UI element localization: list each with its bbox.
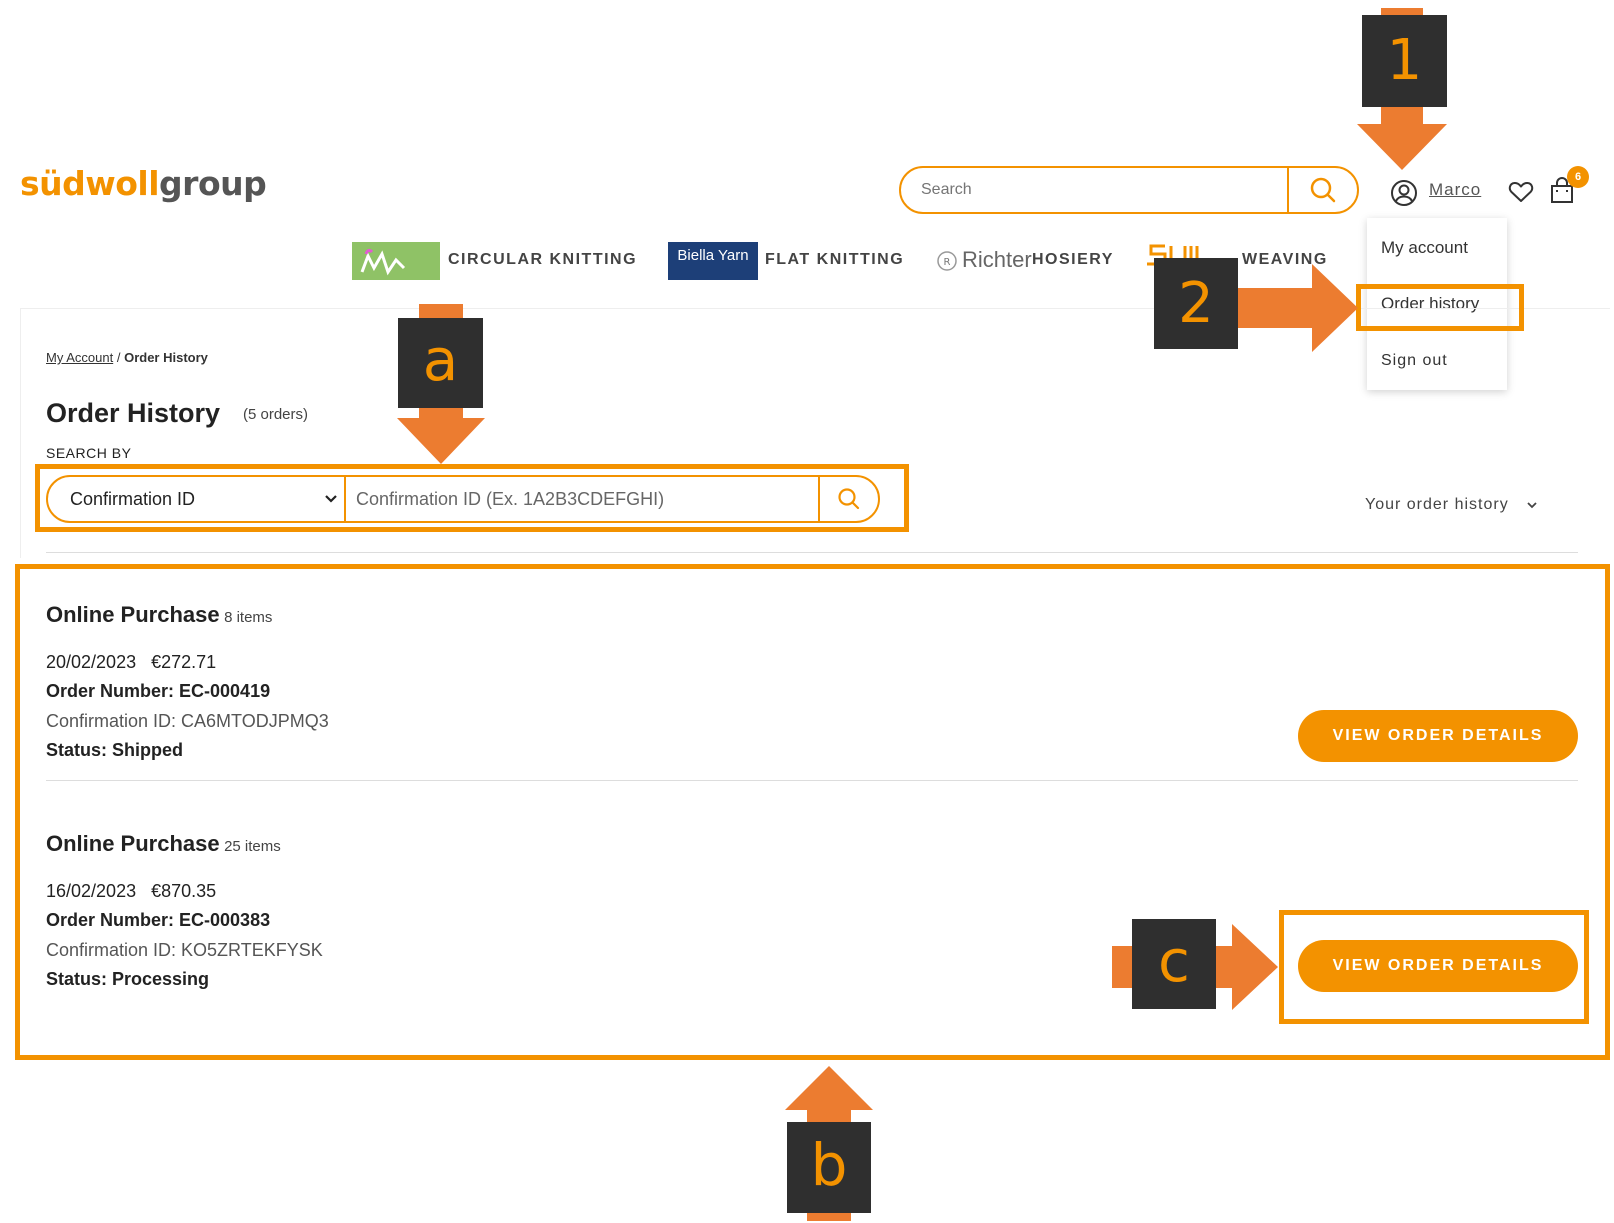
site-search-button[interactable] [1287,168,1357,212]
nav-circular-knitting[interactable]: CIRCULAR KNITTING [448,251,637,269]
logo-text-secondary: group [159,164,267,203]
order-history-filter-label: Your order history [1365,496,1509,513]
svg-text:R: R [944,257,951,268]
richter-logo[interactable]: Richter [962,247,1032,273]
search-divider [46,552,1578,553]
content-left-border [20,308,21,558]
site-logo[interactable]: südwollgroup [20,164,267,203]
chevron-down-icon [1527,502,1537,509]
highlight-view-details [1279,910,1589,1024]
order-history-filter[interactable]: Your order history [1365,496,1538,514]
nav-flat-knitting[interactable]: FLAT KNITTING [765,251,904,269]
wishlist-heart-icon[interactable] [1508,180,1534,204]
biella-yarn-logo[interactable]: Biella Yarn [668,242,758,280]
user-name-link[interactable]: Marco [1429,180,1481,200]
breadcrumb: My Account / Order History [46,350,208,365]
cart-count-badge: 6 [1567,166,1589,188]
step-label-1: 1 [1362,15,1447,107]
logo-text-primary: südwoll [20,164,160,203]
breadcrumb-current: Order History [124,350,208,365]
search-by-label: SEARCH BY [46,445,132,461]
highlight-order-history [1356,284,1524,331]
menu-item-my-account[interactable]: My account [1381,238,1468,258]
step-label-a: a [398,318,483,408]
highlight-search-bar [35,464,909,532]
step-label-2: 2 [1154,258,1238,349]
richter-registered-icon: R [937,251,957,271]
menu-item-sign-out[interactable]: Sign out [1381,352,1448,370]
site-search [899,166,1359,214]
order-count: (5 orders) [243,406,309,423]
step-label-b: b [787,1122,871,1213]
page-title: Order History [46,398,221,428]
breadcrumb-separator: / [116,350,121,365]
step-label-c: c [1132,919,1216,1009]
nav-hosiery[interactable]: HOSIERY [1032,251,1114,269]
breadcrumb-my-account-link[interactable]: My Account [46,350,113,365]
user-account-icon[interactable] [1389,178,1419,208]
circular-knitting-logo[interactable] [352,242,440,280]
circular-knitting-mark-icon [360,248,406,276]
search-icon [1310,177,1336,203]
site-search-input[interactable] [901,168,1287,212]
